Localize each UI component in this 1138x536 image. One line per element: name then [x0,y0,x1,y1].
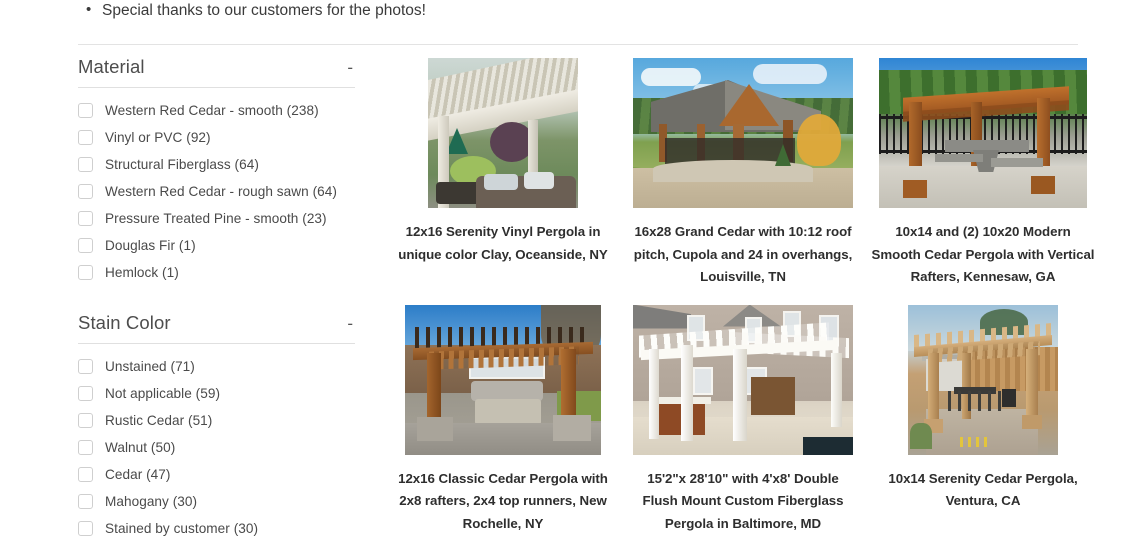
facet-material: Material - Western Red Cedar - smooth (2… [78,56,360,286]
filter-option-walnut[interactable]: Walnut (50) [78,434,360,461]
thumbnail-wrap [863,304,1103,455]
filter-option-label: Douglas Fir (1) [105,238,196,253]
gallery-item[interactable]: 12x16 Classic Cedar Pergola with 2x8 raf… [383,304,623,536]
photo-gallery: 12x16 Serenity Vinyl Pergola in unique c… [360,58,1138,535]
thumbnail-wrap [383,304,623,455]
gallery-row: 12x16 Serenity Vinyl Pergola in unique c… [383,58,1103,289]
filter-option-western-red-cedar-smooth[interactable]: Western Red Cedar - smooth (238) [78,97,360,124]
checkbox-icon[interactable] [78,413,93,428]
checkbox-icon[interactable] [78,494,93,509]
photo-caption: 16x28 Grand Cedar with 10:12 roof pitch,… [633,224,853,284]
facet-title-material: Material [78,56,145,77]
thumbnail-wrap [383,58,623,208]
checkbox-icon[interactable] [78,440,93,455]
filter-option-label: Stained by customer (30) [105,521,259,536]
checkbox-icon[interactable] [78,103,93,118]
facet-title-stain-color: Stain Color [78,312,171,333]
checkbox-icon[interactable] [78,467,93,482]
facet-stain-color: Stain Color - Unstained (71) Not applica… [78,312,360,536]
filter-option-label: Mahogany (30) [105,494,198,509]
filter-option-douglas-fir[interactable]: Douglas Fir (1) [78,232,360,259]
collapse-minus-icon[interactable]: - [347,59,355,76]
checkbox-icon[interactable] [78,157,93,172]
filter-option-vinyl-or-pvc[interactable]: Vinyl or PVC (92) [78,124,360,151]
filter-option-label: Cedar (47) [105,467,171,482]
checkbox-icon[interactable] [78,386,93,401]
filter-option-stained-by-customer[interactable]: Stained by customer (30) [78,515,360,536]
gallery-item[interactable]: 10x14 and (2) 10x20 Modern Smooth Cedar … [863,58,1103,289]
collapse-minus-icon[interactable]: - [347,315,355,332]
photo-classic-cedar-pergola-new-rochelle-ny[interactable] [405,304,601,455]
checkbox-icon[interactable] [78,265,93,280]
photo-caption: 12x16 Classic Cedar Pergola with 2x8 raf… [398,470,608,531]
filter-option-label: Walnut (50) [105,440,176,455]
checkbox-icon[interactable] [78,184,93,199]
filter-option-label: Pressure Treated Pine - smooth (23) [105,211,327,226]
facet-header-stain-color[interactable]: Stain Color - [78,312,355,344]
filter-option-hemlock[interactable]: Hemlock (1) [78,259,360,286]
checkbox-icon[interactable] [78,211,93,226]
gallery-row: 12x16 Classic Cedar Pergola with 2x8 raf… [383,304,1103,536]
facet-header-material[interactable]: Material - [78,56,355,88]
filter-sidebar: Material - Western Red Cedar - smooth (2… [78,56,360,536]
photo-custom-fiberglass-pergola-baltimore-md[interactable] [633,304,853,455]
photo-serenity-cedar-pergola-ventura-ca[interactable] [908,304,1058,455]
filter-option-not-applicable[interactable]: Not applicable (59) [78,380,360,407]
photo-caption: 12x16 Serenity Vinyl Pergola in unique c… [398,224,608,262]
filter-option-label: Not applicable (59) [105,386,221,401]
section-divider [78,44,1078,45]
content-area: Material - Western Red Cedar - smooth (2… [0,56,1138,536]
thumbnail-wrap [623,58,863,208]
checkbox-icon[interactable] [78,521,93,536]
filter-option-pressure-treated-pine-smooth[interactable]: Pressure Treated Pine - smooth (23) [78,205,360,232]
filter-option-label: Western Red Cedar - rough sawn (64) [105,184,337,199]
thumbnail-wrap [863,58,1103,208]
filter-option-cedar[interactable]: Cedar (47) [78,461,360,488]
photo-caption: 10x14 and (2) 10x20 Modern Smooth Cedar … [871,224,1095,284]
checkbox-icon[interactable] [78,359,93,374]
gallery-item[interactable]: 15'2"x 28'10" with 4'x8' Double Flush Mo… [623,304,863,536]
photo-vinyl-pergola-clay-oceanside-ny[interactable] [428,58,578,208]
filter-option-western-red-cedar-rough-sawn[interactable]: Western Red Cedar - rough sawn (64) [78,178,360,205]
filter-option-label: Hemlock (1) [105,265,179,280]
filter-option-rustic-cedar[interactable]: Rustic Cedar (51) [78,407,360,434]
photo-caption: 15'2"x 28'10" with 4'x8' Double Flush Mo… [642,470,844,531]
facet-options-material: Western Red Cedar - smooth (238) Vinyl o… [78,88,360,286]
gallery-item[interactable]: 10x14 Serenity Cedar Pergola, Ventura, C… [863,304,1103,513]
gallery-page: Special thanks to our customers for the … [0,0,1138,536]
notice-item: Special thanks to our customers for the … [78,0,1138,22]
photo-caption: 10x14 Serenity Cedar Pergola, Ventura, C… [888,470,1078,509]
checkbox-icon[interactable] [78,130,93,145]
facet-options-stain-color: Unstained (71) Not applicable (59) Rusti… [78,344,360,536]
checkbox-icon[interactable] [78,238,93,253]
photo-grand-cedar-pavilion-louisville-tn[interactable] [633,58,853,208]
filter-option-label: Structural Fiberglass (64) [105,157,259,172]
filter-option-structural-fiberglass[interactable]: Structural Fiberglass (64) [78,151,360,178]
filter-option-label: Western Red Cedar - smooth (238) [105,103,319,118]
filter-option-label: Rustic Cedar (51) [105,413,213,428]
gallery-item[interactable]: 12x16 Serenity Vinyl Pergola in unique c… [383,58,623,266]
gallery-item[interactable]: 16x28 Grand Cedar with 10:12 roof pitch,… [623,58,863,289]
filter-option-unstained[interactable]: Unstained (71) [78,353,360,380]
filter-option-label: Vinyl or PVC (92) [105,130,211,145]
notice-list: Special thanks to our customers for the … [0,0,1138,22]
filter-option-mahogany[interactable]: Mahogany (30) [78,488,360,515]
filter-option-label: Unstained (71) [105,359,195,374]
thumbnail-wrap [623,304,863,455]
photo-modern-smooth-cedar-pergola-kennesaw-ga[interactable] [879,58,1087,208]
